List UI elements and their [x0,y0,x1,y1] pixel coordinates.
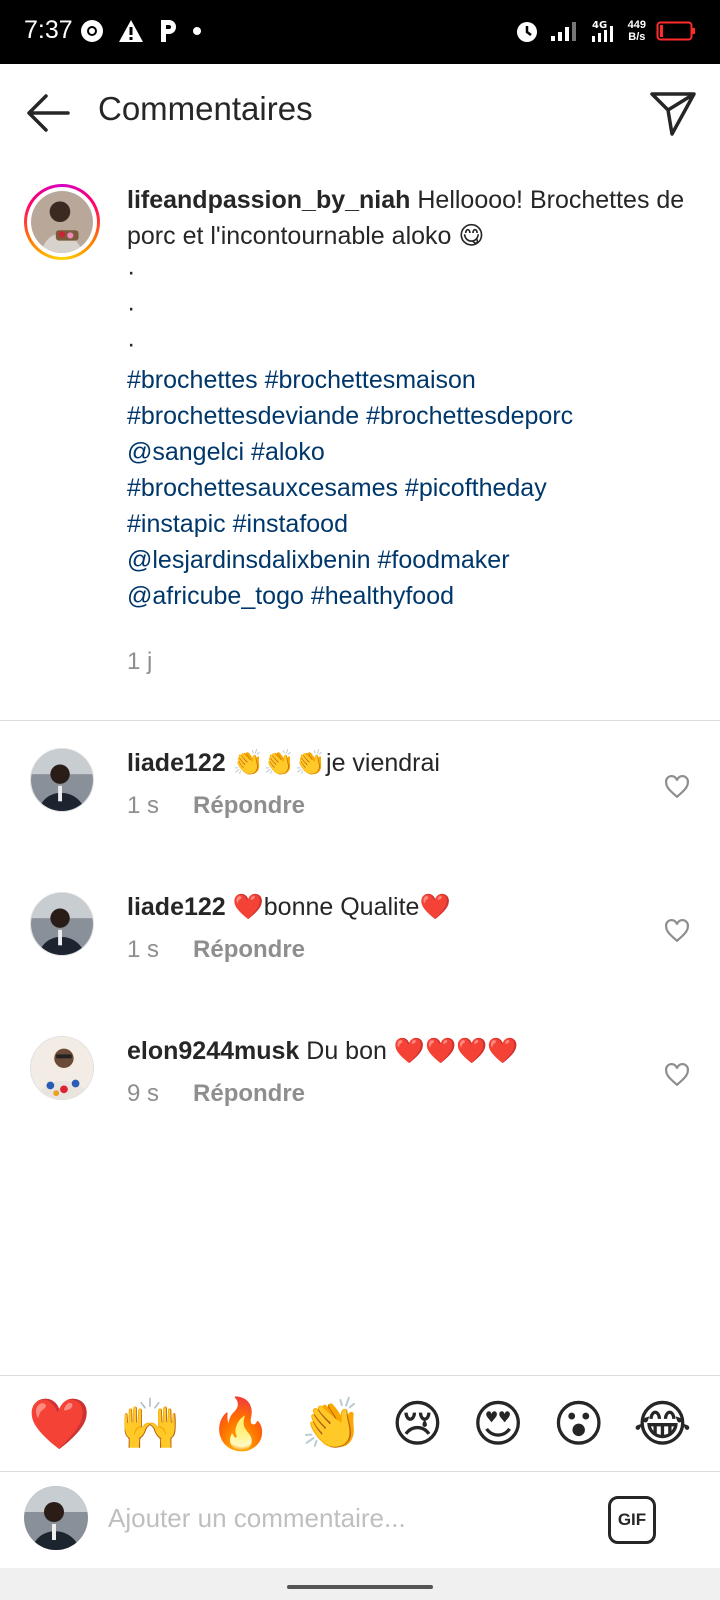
quick-reaction-bar: ❤️ 🙌 🔥 👏 😢 😍 😮 😂 [0,1376,720,1472]
caption-username[interactable]: lifeandpassion_by_niah [127,186,410,214]
caption-hashtags[interactable]: #brochettesdeviande #brochettesdeporc [127,398,707,434]
heart-outline-icon[interactable] [664,1062,690,1088]
warning-icon [119,20,143,42]
comment-item: liade122 ❤️bonne Qualite❤️ 1 s Répondre [0,880,720,1000]
commenter-username[interactable]: liade122 [127,893,226,921]
caption-hashtags[interactable]: @africube_togo #healthyfood [127,578,707,614]
alarm-icon [516,22,537,42]
comment-meta: 1 s Répondre [127,792,305,820]
surprised-emoji-button[interactable]: 😮 [553,1394,605,1454]
commenter-avatar-image [31,749,93,811]
caption-hashtags[interactable]: @lesjardinsdalixbenin #foodmaker [127,542,707,578]
status-system-icons: 4G 449 B/s [514,14,696,48]
signal-4g-icon: 4G [591,20,613,42]
back-arrow-icon[interactable] [24,90,72,136]
parking-icon [161,20,176,42]
current-user-avatar [24,1486,88,1550]
commenter-avatar-image [31,1037,93,1099]
gesture-bar [0,1568,720,1600]
author-avatar[interactable] [24,184,100,260]
caption-hashtags[interactable]: #instapic #instafood [127,506,707,542]
comment-text: liade122 ❤️bonne Qualite❤️ [127,893,451,921]
home-gesture-handle[interactable] [287,1585,433,1589]
comment-timestamp: 1 s [127,792,160,819]
send-icon[interactable] [648,88,698,138]
comment-text: elon9244musk Du bon ❤️❤️❤️❤️ [127,1037,519,1065]
fire-emoji-button[interactable]: 🔥 [210,1394,272,1454]
network-speed: 449 B/s [627,19,646,43]
comment-meta: 9 s Répondre [127,1080,305,1108]
commenter-avatar-image [31,893,93,955]
status-bar: 7:37 4G 449 B/s [0,0,720,64]
comment-input[interactable] [108,1496,578,1540]
gif-button[interactable]: GIF [608,1496,656,1544]
comment-item: liade122 👏👏👏je viendrai 1 s Répondre [0,736,720,856]
comment-timestamp: 1 s [127,936,160,963]
caption-hashtags[interactable]: @sangelci #aloko [127,434,707,470]
heart-outline-icon[interactable] [664,774,690,800]
laughing-emoji-button[interactable]: 😂 [633,1394,691,1454]
svg-text:4G: 4G [592,20,607,31]
reply-button[interactable]: Répondre [193,936,305,964]
signal-icon [550,22,576,41]
commenter-avatar[interactable] [30,748,94,812]
commenter-avatar[interactable] [30,892,94,956]
comment-input-bar: GIF [0,1472,720,1568]
header: Commentaires [0,64,720,160]
clapping-emoji-button[interactable]: 👏 [301,1394,363,1454]
caption-hashtags[interactable]: #brochettesauxcesames #picoftheday [127,470,707,506]
caption-timestamp: 1 j [127,648,153,675]
author-avatar-image [31,191,93,253]
post-caption: lifeandpassion_by_niah Helloooo! Brochet… [0,170,720,720]
page-title: Commentaires [98,90,313,127]
divider [0,720,720,721]
comment-meta: 1 s Répondre [127,936,305,964]
caption-dot: · [127,258,136,286]
caption-text: lifeandpassion_by_niah Helloooo! Brochet… [127,182,707,614]
status-notification-icons [80,16,202,46]
reply-button[interactable]: Répondre [193,1080,305,1108]
reply-button[interactable]: Répondre [193,792,305,820]
comment-item: elon9244musk Du bon ❤️❤️❤️❤️ 9 s Répondr… [0,1024,720,1144]
heart-emoji-button[interactable]: ❤️ [28,1394,90,1454]
battery-icon [656,21,695,41]
comment-text: liade122 👏👏👏je viendrai [127,749,440,777]
caption-dot: · [127,294,136,322]
comment-timestamp: 9 s [127,1080,160,1107]
raising-hands-emoji-button[interactable]: 🙌 [119,1394,181,1454]
current-user-avatar-image [24,1486,88,1550]
caption-dot: · [127,330,136,358]
crying-emoji-button[interactable]: 😢 [391,1394,443,1454]
dot-icon [193,27,201,35]
heart-outline-icon[interactable] [664,918,690,944]
status-time: 7:37 [24,16,73,44]
commenter-avatar[interactable] [30,1036,94,1100]
chrome-icon [81,20,103,42]
caption-hashtags[interactable]: #brochettes #brochettesmaison [127,362,707,398]
heart-eyes-emoji-button[interactable]: 😍 [472,1394,524,1454]
commenter-username[interactable]: liade122 [127,749,226,777]
commenter-username[interactable]: elon9244musk [127,1037,299,1065]
